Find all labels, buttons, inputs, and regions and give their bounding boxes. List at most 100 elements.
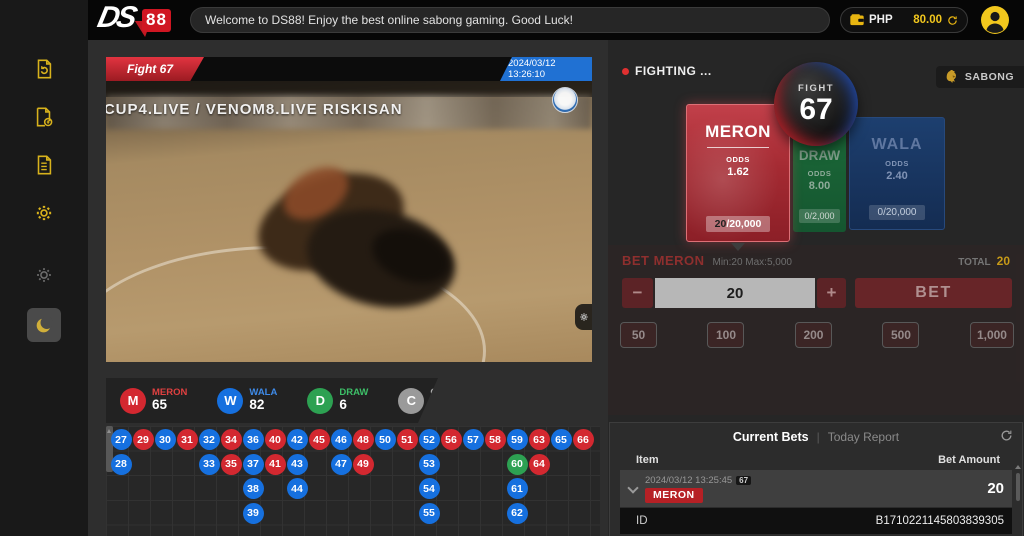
quick-amount-button[interactable]: 50 <box>620 322 657 348</box>
bet-id-row: ID B1710221145803839305 <box>620 508 1012 534</box>
fight-status: FIGHTING ... <box>622 64 712 78</box>
column-bet-amount: Bet Amount <box>938 454 1000 466</box>
result-circle: 46 <box>331 429 352 450</box>
bet-info-bar: BET MERON Min:20 Max:5,000 TOTAL 20 <box>622 253 1010 268</box>
result-circle: 39 <box>243 503 264 524</box>
wallet-icon <box>850 14 864 26</box>
video-section: Fight 67 2024/03/12 13:26:10 UCUP4.LIVE … <box>106 57 592 362</box>
avatar[interactable] <box>980 5 1010 35</box>
summary-letter-circle: D <box>307 388 333 414</box>
meron-card[interactable]: MERON ODDS 1.62 20/20,000 <box>686 104 790 242</box>
betting-panel: FIGHTING ... SABONG FIGHT 67 MERON ODDS … <box>608 40 1024 536</box>
result-circle: 34 <box>221 429 242 450</box>
bet-amount-value: 20 <box>987 480 1004 497</box>
dark-mode-icon[interactable] <box>27 308 61 342</box>
refresh-balance-icon[interactable] <box>947 15 958 26</box>
chevron-down-icon[interactable] <box>627 482 638 493</box>
meron-odds-label: ODDS <box>726 155 750 164</box>
quick-amount-button[interactable]: 500 <box>882 322 919 348</box>
result-circle: 51 <box>397 429 418 450</box>
bets-scrollbar[interactable] <box>1016 473 1020 501</box>
bet-amount-input[interactable] <box>655 278 815 308</box>
fight-number: 67 <box>799 95 832 125</box>
logo-88-text: 88 <box>142 9 171 32</box>
summary-label: CANCEL <box>430 388 470 398</box>
result-circle: 29 <box>133 429 154 450</box>
money-report-icon[interactable] <box>27 100 61 134</box>
summary-item: MMERON65 <box>120 388 187 414</box>
refresh-bets-icon[interactable] <box>1000 429 1013 442</box>
decrease-bet-button[interactable]: − <box>622 278 653 308</box>
rules-icon[interactable] <box>27 148 61 182</box>
results-grid: 2729303132343640424546485051525657585963… <box>106 426 600 536</box>
settings-icon[interactable] <box>27 196 61 230</box>
draw-odds-label: ODDS <box>808 169 832 178</box>
fight-number-badge: Fight 67 <box>106 57 204 81</box>
video-settings-tab[interactable] <box>575 304 592 330</box>
ds88-logo[interactable]: DS 88 <box>98 3 176 37</box>
stream-timestamp-badge: 2024/03/12 13:26:10 <box>500 57 592 81</box>
status-dot <box>622 68 629 75</box>
result-circle: 41 <box>265 454 286 475</box>
meron-my-bet: 20 <box>715 218 727 230</box>
summary-count: 6 <box>339 398 368 412</box>
status-text: FIGHTING ... <box>635 64 712 78</box>
quick-amount-button[interactable]: 200 <box>795 322 832 348</box>
increase-bet-button[interactable]: + <box>817 278 846 308</box>
wala-odds-label: ODDS <box>885 159 909 168</box>
result-circle: 32 <box>199 429 220 450</box>
topbar: DS 88 Welcome to DS88! Enjoy the best on… <box>88 0 1024 40</box>
bet-button[interactable]: BET <box>855 278 1012 308</box>
bet-side-badge: MERON <box>645 488 703 503</box>
result-circle: 38 <box>243 478 264 499</box>
quick-amount-button[interactable]: 1,000 <box>970 322 1014 348</box>
sabong-app: DS 88 Welcome to DS88! Enjoy the best on… <box>0 0 1024 536</box>
logo-ds-text: DS <box>94 1 137 35</box>
current-bets-header: Current Bets | Today Report <box>610 423 1022 450</box>
result-circle: 27 <box>111 429 132 450</box>
bets-table-header: Item Bet Amount <box>610 450 1022 469</box>
bet-fight-number: 67 <box>736 476 751 485</box>
result-circle: 36 <box>243 429 264 450</box>
result-circle: 66 <box>573 429 594 450</box>
result-circle: 35 <box>221 454 242 475</box>
bet-id-label: ID <box>636 515 648 527</box>
bet-row[interactable]: 2024/03/12 13:25:45 67 MERON 20 <box>620 470 1012 507</box>
welcome-text: Welcome to DS88! Enjoy the best online s… <box>205 13 573 27</box>
meron-pool: 20/20,000 <box>706 216 771 232</box>
total-label: TOTAL <box>958 257 990 268</box>
light-mode-icon[interactable] <box>27 258 61 292</box>
result-circle: 57 <box>463 429 484 450</box>
result-circle: 59 <box>507 429 528 450</box>
summary-item: DDRAW6 <box>307 388 368 414</box>
result-circle: 58 <box>485 429 506 450</box>
tab-current-bets[interactable]: Current Bets <box>733 430 809 444</box>
result-circle: 44 <box>287 478 308 499</box>
sidebar <box>0 0 88 536</box>
result-circle: 43 <box>287 454 308 475</box>
draw-pool: 0/2,000 <box>799 209 839 223</box>
balance-pill[interactable]: PHP 80.00 <box>840 7 968 33</box>
result-circle: 56 <box>441 429 462 450</box>
bet-id-value: B1710221145803839305 <box>876 515 1004 527</box>
divider <box>707 147 769 148</box>
result-circle: 40 <box>265 429 286 450</box>
quick-amount-button[interactable]: 100 <box>707 322 744 348</box>
quick-amounts: 50 100 200 500 1,000 <box>620 322 1014 348</box>
bet-records-icon[interactable] <box>27 52 61 86</box>
sabong-label: SABONG <box>965 71 1014 83</box>
result-circle: 61 <box>507 478 528 499</box>
currency-label: PHP <box>869 14 893 26</box>
tab-today-report[interactable]: Today Report <box>828 430 899 444</box>
stream-logo-badge <box>552 87 578 113</box>
wala-title: WALA <box>871 136 922 154</box>
result-circle: 65 <box>551 429 572 450</box>
sabong-badge[interactable]: SABONG <box>936 66 1024 88</box>
wala-card[interactable]: WALA ODDS 2.40 0/20,000 <box>849 117 945 230</box>
result-circle: 64 <box>529 454 550 475</box>
tab-separator: | <box>817 430 820 444</box>
result-circle: 33 <box>199 454 220 475</box>
meron-odds-value: 1.62 <box>727 166 748 178</box>
result-circle: 31 <box>177 429 198 450</box>
result-circle: 48 <box>353 429 374 450</box>
